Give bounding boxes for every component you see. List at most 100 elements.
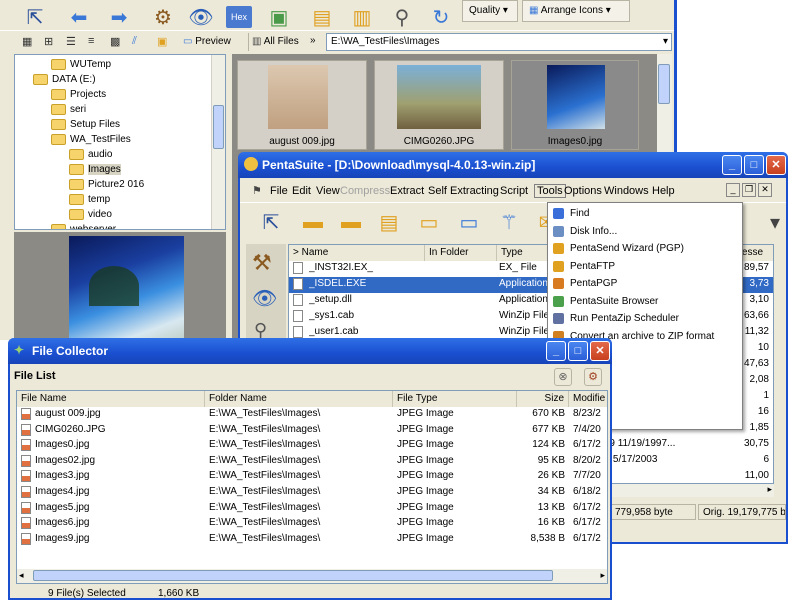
tree-item[interactable]: DATA (E:) (15, 72, 96, 87)
collector-row[interactable]: Images6.jpg E:\WA_TestFiles\Images\ JPEG I… (17, 516, 607, 532)
tree-item[interactable]: Setup Files (15, 117, 120, 132)
minimize-button[interactable]: _ (546, 341, 566, 361)
scroll-right-icon[interactable]: ▸ (767, 484, 772, 495)
tree-item[interactable]: video (15, 207, 112, 222)
menu-options[interactable]: Options (564, 185, 602, 197)
mdi-restore-icon[interactable]: ❐ (742, 183, 756, 197)
tools-icon[interactable]: ⚙ (146, 2, 180, 32)
collector-row[interactable]: Images9.jpg E:\WA_TestFiles\Images\ JPEG I… (17, 532, 607, 548)
tools-menu-item[interactable]: PentaSend Wizard (PGP) (548, 240, 742, 258)
thumbnail-august-009[interactable]: august 009.jpg (237, 60, 367, 150)
quality-dropdown[interactable]: Quality ▾ (462, 0, 518, 22)
tools-menu-item[interactable]: Run PentaZip Scheduler (548, 310, 742, 328)
menu-extract[interactable]: Extract (390, 185, 424, 197)
view-thumbnails-icon[interactable]: ▩ (110, 35, 120, 48)
scroll-left-icon[interactable]: ◂ (19, 570, 24, 581)
column-name[interactable]: > Name (289, 245, 425, 261)
menu-windows[interactable]: Windows (604, 185, 649, 197)
hex-view-icon[interactable]: Hex (222, 2, 256, 32)
folder-up-icon[interactable]: ▣ (157, 35, 167, 48)
forward-arrow-icon[interactable]: ➡ (102, 2, 136, 32)
wizard-wand-icon[interactable]: ⚚ (492, 207, 526, 237)
collector-row[interactable]: CIMG0260.JPG E:\WA_TestFiles\Images\ JPEG … (17, 423, 607, 439)
tree-item[interactable]: webserver (15, 222, 116, 229)
tree-item[interactable]: temp (15, 192, 110, 207)
menu-self-extracting[interactable]: Self Extracting (428, 185, 499, 197)
tools-menu-item[interactable]: PentaFTP (548, 258, 742, 276)
view-list-icon[interactable]: ☰ (66, 35, 76, 48)
clear-list-icon[interactable]: ⊗ (554, 368, 572, 386)
exit-icon[interactable]: ⇱ (254, 207, 288, 237)
sidebar-tools-icon[interactable]: ⚒ (252, 250, 272, 276)
maximize-button[interactable]: □ (568, 341, 588, 361)
column-type[interactable]: Type (497, 245, 553, 261)
collector-row[interactable]: august 009.jpg E:\WA_TestFiles\Images\ JPE… (17, 407, 607, 423)
view-tiles-icon[interactable]: ⫽ (132, 35, 137, 48)
back-arrow-icon[interactable]: ⬅ (62, 2, 96, 32)
image-view-icon[interactable]: ▣ (262, 2, 296, 32)
settings-icon[interactable]: ⚙ (584, 368, 602, 386)
refresh-icon[interactable]: ↻ (424, 2, 458, 32)
tree-item[interactable]: audio (15, 147, 112, 162)
menu-tools[interactable]: Tools (534, 184, 566, 198)
toolbar-overflow-icon[interactable]: » (310, 35, 316, 46)
disk-icon[interactable]: ▭ (452, 207, 486, 237)
preview-button[interactable]: ▭ Preview (180, 33, 234, 51)
menu-script[interactable]: Script (500, 185, 528, 197)
menu-file[interactable]: File (270, 185, 288, 197)
column-modified[interactable]: Modifie (569, 391, 607, 407)
menu-view[interactable]: View (316, 185, 340, 197)
tree-item[interactable]: WA_TestFiles (15, 132, 131, 147)
arrange-icons-dropdown[interactable]: ▦ Arrange Icons ▾ (522, 0, 630, 22)
new-archive-icon[interactable]: ▬ (296, 207, 330, 237)
column-in-folder[interactable]: In Folder (425, 245, 497, 261)
tree-item[interactable]: WUTemp (15, 57, 111, 72)
thumbnail-images0[interactable]: Images0.jpg (511, 60, 639, 150)
close-button[interactable]: ✕ (590, 341, 610, 361)
tree-scrollbar[interactable] (211, 55, 225, 229)
scroll-thumb[interactable] (33, 570, 553, 581)
collector-row[interactable]: Images02.jpg E:\WA_TestFiles\Images\ JPEG … (17, 454, 607, 470)
exit-icon[interactable]: ⇱ (18, 2, 52, 32)
maximize-button[interactable]: □ (744, 155, 764, 175)
thumbnail-cimg0260[interactable]: CIMG0260.JPG (374, 60, 504, 150)
tree-item[interactable]: Picture2 016 (15, 177, 144, 192)
collector-row[interactable]: Images5.jpg E:\WA_TestFiles\Images\ JPEG I… (17, 501, 607, 517)
close-button[interactable]: ✕ (766, 155, 786, 175)
minimize-button[interactable]: _ (722, 155, 742, 175)
column-file-type[interactable]: File Type (393, 391, 517, 407)
toolbar-more-icon[interactable]: ▾ (758, 207, 792, 237)
chevron-down-icon[interactable]: ▾ (663, 36, 668, 47)
tools-menu-item[interactable]: PentaPGP (548, 275, 742, 293)
scroll-right-icon[interactable]: ▸ (600, 570, 605, 581)
column-file-name[interactable]: File Name (17, 391, 205, 407)
extract-icon[interactable]: ▭ (412, 207, 446, 237)
move-to-folder-icon[interactable]: ▥ (345, 2, 379, 32)
scroll-thumb[interactable] (213, 105, 224, 149)
scroll-thumb[interactable] (658, 64, 670, 104)
tools-menu-item[interactable]: Find (548, 205, 742, 223)
path-field[interactable]: E:\WA_TestFiles\Images ▾ (326, 33, 672, 51)
collector-row[interactable]: Images4.jpg E:\WA_TestFiles\Images\ JPEG I… (17, 485, 607, 501)
tree-item[interactable]: Projects (15, 87, 106, 102)
copy-to-folder-icon[interactable]: ▤ (305, 2, 339, 32)
collector-row[interactable]: Images3.jpg E:\WA_TestFiles\Images\ JPEG I… (17, 469, 607, 485)
add-files-icon[interactable]: ▤ (372, 207, 406, 237)
collector-hscroll[interactable]: ◂ ▸ (17, 569, 607, 583)
menu-help[interactable]: Help (652, 185, 675, 197)
menu-edit[interactable]: Edit (292, 185, 311, 197)
sidebar-eye-icon[interactable]: 👁 (252, 286, 277, 311)
view-large-icons-icon[interactable]: ▦ (22, 35, 32, 48)
tree-item[interactable]: Images (15, 162, 121, 177)
tools-menu-item[interactable]: PentaSuite Browser (548, 293, 742, 311)
open-archive-icon[interactable]: ▬ (334, 207, 368, 237)
tools-menu-item[interactable]: Disk Info... (548, 223, 742, 241)
view-small-icons-icon[interactable]: ⊞ (44, 35, 53, 48)
collector-row[interactable]: Images0.jpg E:\WA_TestFiles\Images\ JPEG I… (17, 438, 607, 454)
mdi-close-icon[interactable]: ✕ (758, 183, 772, 197)
tree-item[interactable]: seri (15, 102, 86, 117)
rename-icon[interactable]: ⚲ (385, 2, 419, 32)
eye-icon[interactable]: 👁 (184, 2, 218, 32)
view-details-icon[interactable]: ≡ (88, 35, 94, 47)
column-size[interactable]: Size (517, 391, 569, 407)
